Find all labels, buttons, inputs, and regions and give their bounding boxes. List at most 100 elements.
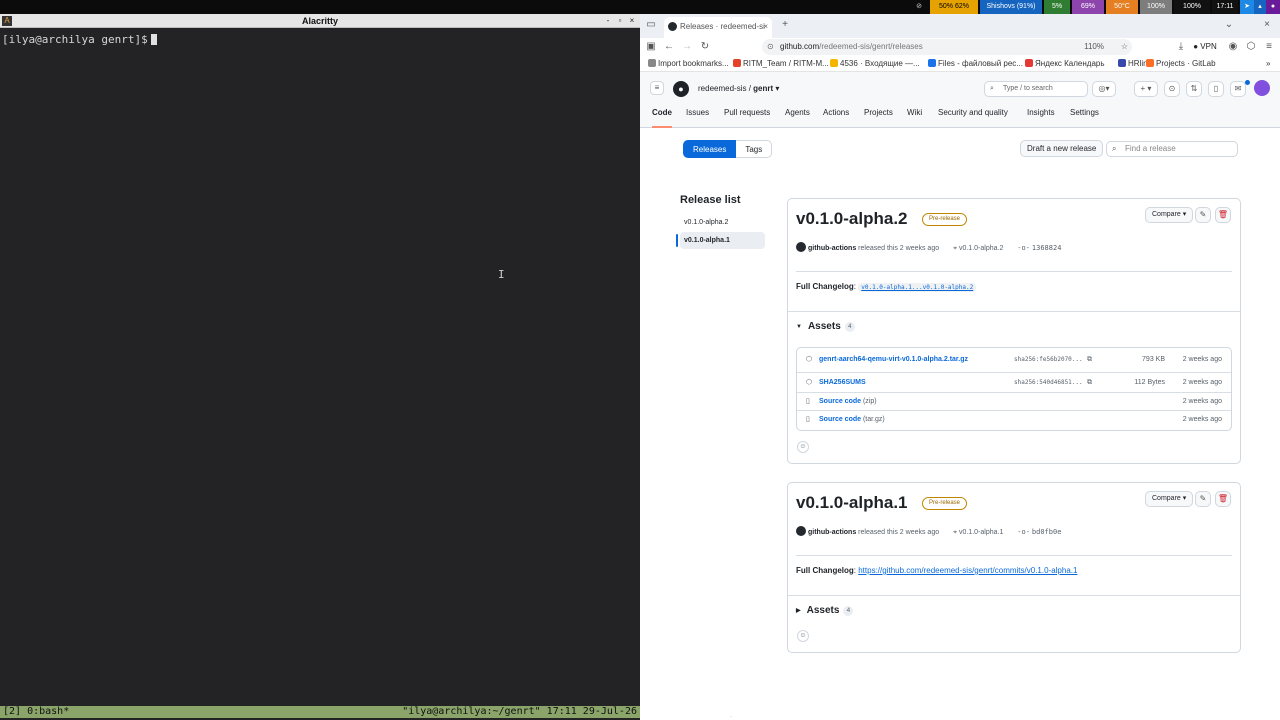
terminal-output[interactable]: [ilya@archilya genrt]$ (0, 28, 640, 704)
account-icon[interactable]: ◉ (1226, 40, 1240, 54)
copy-icon[interactable]: ⧉ (1087, 350, 1092, 370)
changelog-link[interactable]: v0.1.0-alpha.1...v0.1.0-alpha.2 (858, 283, 977, 292)
terminal-titlebar[interactable]: A Alacritty - ▫ × (0, 14, 640, 28)
forward-icon[interactable]: → (680, 40, 694, 54)
tray-app-icon[interactable]: ● (1266, 0, 1280, 14)
address-bar[interactable]: ⊙ github.com/redeemed-sis/genrt/releases… (762, 39, 1132, 55)
tag-link[interactable]: v0.1.0-alpha.1 (959, 529, 1003, 536)
asset-row: ▯ Source code (zip) 2 weeks ago (797, 392, 1231, 410)
search-input[interactable]: ⌕ Type / to search (984, 81, 1088, 97)
tray-app-icon[interactable]: ▴ (1254, 0, 1266, 14)
maximize-button[interactable]: ▫ (614, 14, 626, 28)
bookmark-item[interactable]: Import bookmarks... (648, 56, 729, 72)
tab-projects[interactable]: Projects (864, 104, 893, 128)
new-tab-icon[interactable]: + (778, 18, 792, 32)
tab-actions[interactable]: Actions (823, 104, 849, 128)
tab-agents[interactable]: Agents (785, 104, 810, 128)
delete-icon[interactable]: 🗑 (1215, 491, 1231, 507)
assets-toggle[interactable]: ▼ Assets 4 (796, 321, 855, 332)
release-title[interactable]: v0.1.0-alpha.2 (796, 209, 908, 229)
repo-link[interactable]: genrt (753, 84, 773, 93)
compare-button[interactable]: Compare ▾ (1145, 491, 1194, 507)
asset-link[interactable]: genrt-aarch64-qemu-virt-v0.1.0-alpha.2.t… (819, 350, 968, 370)
menu-icon[interactable]: ≡ (1262, 40, 1276, 54)
close-window-icon[interactable]: × (1260, 18, 1274, 32)
tab-insights[interactable]: Insights (1027, 104, 1055, 128)
copy-icon[interactable]: ⧉ (1087, 373, 1092, 393)
tab-security[interactable]: Security and quality (938, 104, 1008, 128)
tags-button[interactable]: Tags (736, 140, 773, 158)
tab-list-icon[interactable]: ▭ (644, 18, 658, 32)
add-reaction-icon[interactable]: ☺ (797, 441, 809, 453)
assets-toggle[interactable]: ▶ Assets 4 (796, 605, 854, 616)
site-info-icon[interactable]: ⊙ (767, 39, 774, 55)
tab-close-icon[interactable]: × (763, 17, 768, 36)
asset-link[interactable]: Source code (tar.gz) (819, 411, 885, 429)
github-logo-icon[interactable]: ● (673, 81, 689, 97)
tab-wiki[interactable]: Wiki (907, 104, 922, 128)
copilot-button[interactable]: ◎▾ (1092, 81, 1116, 97)
tab-releases[interactable]: Releases · redeemed-si × (664, 17, 772, 38)
extensions-icon[interactable]: ⬡ (1244, 40, 1258, 54)
zoom-level[interactable]: 110% (1084, 39, 1104, 55)
tmux-window-list[interactable]: [2] 0:bash* (3, 706, 69, 718)
bookmarks-overflow-icon[interactable]: » (1266, 56, 1270, 72)
sidebar-icon[interactable]: ▣ (644, 40, 658, 54)
asset-link[interactable]: Source code (zip) (819, 393, 877, 411)
assets-list: ⬡ genrt-aarch64-qemu-virt-v0.1.0-alpha.2… (796, 347, 1232, 431)
bookmark-item[interactable]: Files - файловый рес... (928, 56, 1023, 72)
changelog-link[interactable]: https://github.com/redeemed-sis/genrt/co… (858, 566, 1077, 575)
release-title[interactable]: v0.1.0-alpha.1 (796, 493, 908, 513)
repositories-icon[interactable]: ▯ (1208, 81, 1224, 97)
wifi-indicator[interactable]: Shishovs (91%) (980, 0, 1042, 14)
url-path: /redeemed-sis/genrt/releases (819, 42, 923, 51)
telegram-tray-icon[interactable]: ➤ (1240, 0, 1254, 14)
tag-link[interactable]: v0.1.0-alpha.2 (959, 245, 1003, 252)
add-reaction-icon[interactable]: ☺ (797, 630, 809, 642)
release-card: v0.1.0-alpha.2 Pre-release Compare ▾ ✎ 🗑… (787, 198, 1241, 464)
back-icon[interactable]: ← (662, 40, 676, 54)
close-button[interactable]: × (626, 14, 638, 28)
release-list-item[interactable]: v0.1.0-alpha.2 (680, 214, 765, 231)
reload-icon[interactable]: ↻ (698, 40, 712, 54)
vpn-button[interactable]: ● VPN (1192, 40, 1218, 54)
delete-icon[interactable]: 🗑 (1215, 207, 1231, 223)
bookmark-item[interactable]: 4536 · Входящие —... (830, 56, 920, 72)
tab-issues[interactable]: Issues (686, 104, 709, 128)
bookmark-item[interactable]: Яндекс Календарь (1025, 56, 1105, 72)
tab-code[interactable]: Code (652, 104, 672, 128)
terminal-window[interactable]: A Alacritty - ▫ × [ilya@archilya genrt]$… (0, 14, 640, 720)
minimize-button[interactable]: - (602, 14, 614, 28)
download-icon[interactable]: ⤓ (1174, 40, 1188, 54)
commit-link[interactable]: 1368824 (1032, 244, 1062, 252)
find-release-input[interactable]: ⌕ Find a release (1106, 141, 1238, 157)
issues-icon[interactable]: ⊙ (1164, 81, 1180, 97)
create-new-button[interactable]: + ▾ (1134, 81, 1158, 97)
release-list-item-selected[interactable]: v0.1.0-alpha.1 (676, 232, 765, 249)
hamburger-menu-icon[interactable]: ≡ (650, 81, 664, 95)
compare-button[interactable]: Compare ▾ (1145, 207, 1194, 223)
asset-link[interactable]: SHA256SUMS (819, 373, 866, 393)
brightness-indicator[interactable]: 100% (1140, 0, 1172, 14)
author-link[interactable]: github-actions (808, 529, 856, 536)
bookmark-item[interactable]: Projects · GitLab (1146, 56, 1216, 72)
tab-pull-requests[interactable]: Pull requests (724, 104, 770, 128)
chevron-down-icon[interactable]: ⌄ (1222, 18, 1236, 32)
avatar[interactable] (1254, 80, 1270, 96)
commit-link[interactable]: bd0fb0e (1032, 528, 1062, 536)
notifications-icon[interactable]: ✉ (1230, 81, 1246, 97)
pull-requests-icon[interactable]: ⇅ (1186, 81, 1202, 97)
edit-icon[interactable]: ✎ (1195, 491, 1211, 507)
edit-icon[interactable]: ✎ (1195, 207, 1211, 223)
bookmark-star-icon[interactable]: ☆ (1121, 39, 1128, 55)
bookmark-item[interactable]: RITM_Team / RITM-M... (733, 56, 829, 72)
releases-button[interactable]: Releases (683, 140, 737, 158)
tab-settings[interactable]: Settings (1070, 104, 1099, 128)
tag-icon: ⌖ (953, 245, 958, 252)
github-actions-avatar-icon (796, 242, 806, 252)
owner-link[interactable]: redeemed-sis (698, 84, 746, 93)
volume-indicator[interactable]: 50% 62% (930, 0, 978, 14)
browser-window[interactable]: ▭ Releases · redeemed-si × + ⌄ × ▣ ← → ↻… (640, 14, 1280, 720)
author-link[interactable]: github-actions (808, 245, 856, 252)
draft-release-button[interactable]: Draft a new release (1020, 140, 1104, 157)
